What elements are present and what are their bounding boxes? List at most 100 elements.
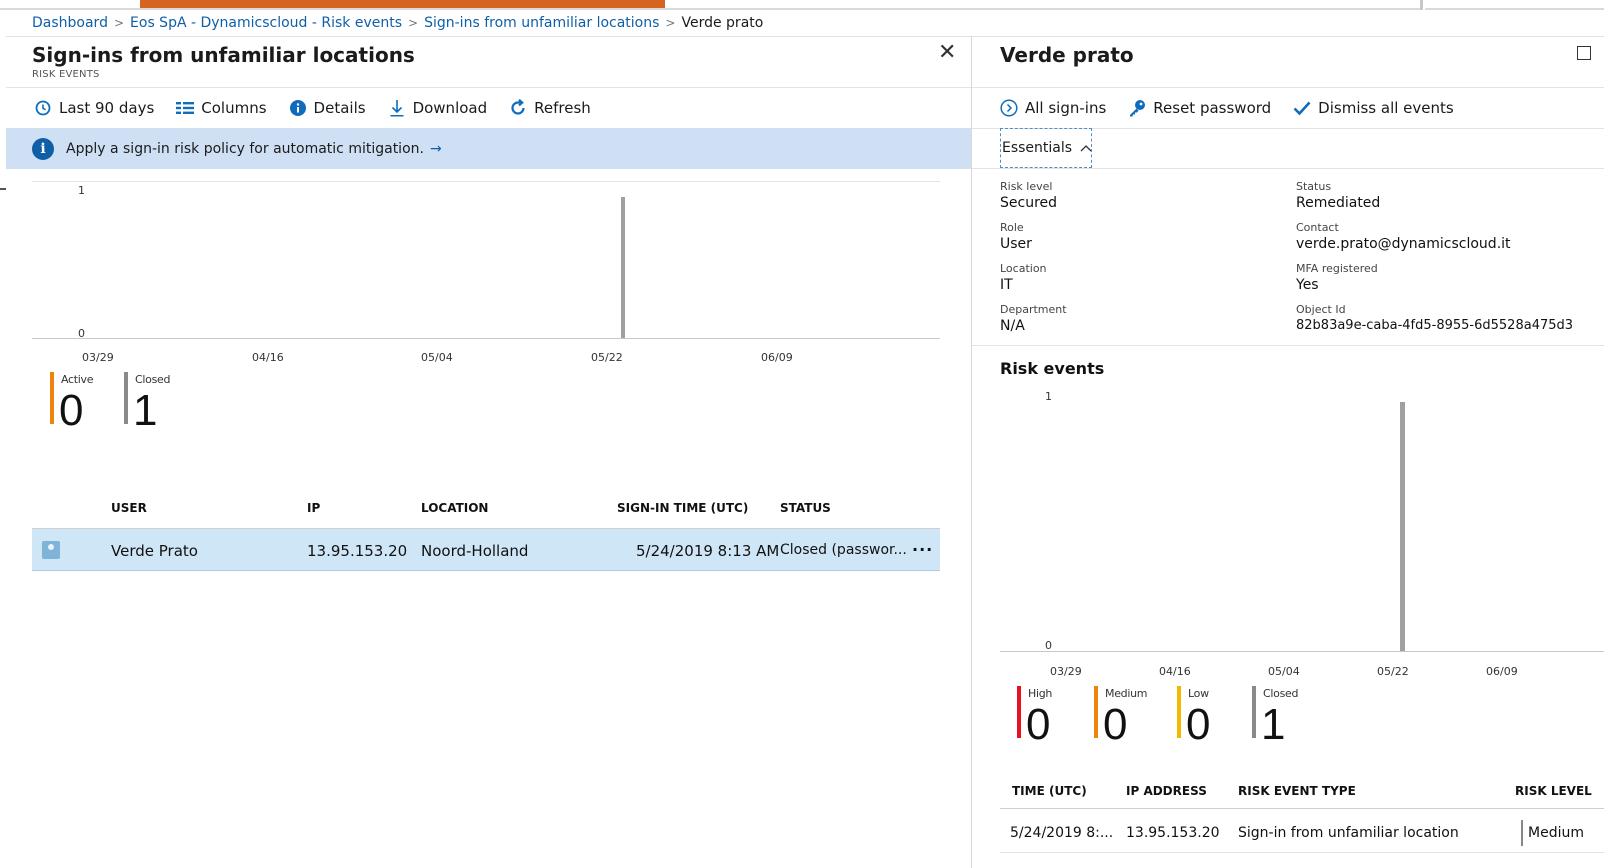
column-header-time[interactable]: TIME (UTC) bbox=[1012, 784, 1087, 798]
closed-tile-label: Closed bbox=[135, 373, 171, 386]
closed-tile-value[interactable]: 1 bbox=[133, 389, 157, 433]
cell-time: 5/24/2019 8:... bbox=[1010, 825, 1114, 841]
chart-top-gridline bbox=[32, 181, 940, 182]
maximize-icon[interactable] bbox=[1577, 46, 1591, 60]
chart-bar[interactable] bbox=[1400, 402, 1405, 651]
top-divider-right bbox=[1425, 8, 1604, 10]
closed-tile-bar bbox=[1252, 686, 1256, 738]
contact-label: Contact bbox=[1296, 221, 1339, 234]
medium-tile-label: Medium bbox=[1105, 687, 1148, 700]
y-axis-max-label: 1 bbox=[78, 184, 85, 197]
top-divider bbox=[0, 8, 1420, 10]
column-header-ip[interactable]: IP bbox=[307, 501, 320, 515]
refresh-button[interactable]: Refresh bbox=[509, 99, 591, 117]
breadcrumb-current: Verde prato bbox=[681, 15, 764, 31]
cell-status: Closed (passwor... bbox=[780, 542, 907, 558]
high-tile-label: High bbox=[1028, 687, 1053, 700]
active-tile-value[interactable]: 0 bbox=[59, 389, 83, 433]
all-signins-button[interactable]: All sign-ins bbox=[1000, 99, 1106, 117]
medium-tile-bar bbox=[1094, 686, 1098, 738]
location-label: Location bbox=[1000, 262, 1047, 275]
status-value: Remediated bbox=[1296, 195, 1381, 211]
columns-label: Columns bbox=[201, 99, 267, 117]
column-header-location[interactable]: LOCATION bbox=[421, 501, 488, 515]
low-tile-bar bbox=[1177, 686, 1181, 738]
reset-password-button[interactable]: Reset password bbox=[1128, 99, 1271, 117]
arrow-circle-icon bbox=[1000, 99, 1018, 117]
download-button[interactable]: Download bbox=[388, 99, 487, 117]
cell-ip: 13.95.153.20 bbox=[307, 542, 408, 560]
low-tile-value[interactable]: 0 bbox=[1186, 703, 1210, 747]
key-icon bbox=[1128, 99, 1146, 117]
left-command-bar: Last 90 days Columns Details Download Re… bbox=[34, 97, 613, 119]
user-avatar-icon bbox=[42, 541, 60, 559]
close-icon[interactable]: ✕ bbox=[938, 40, 956, 65]
location-value: IT bbox=[1000, 277, 1013, 293]
chart-bar[interactable] bbox=[621, 197, 625, 338]
left-blade-subtitle: RISK EVENTS bbox=[32, 69, 100, 80]
x-tick-label: 05/22 bbox=[591, 351, 623, 364]
essentials-label: Essentials bbox=[1002, 140, 1073, 156]
right-command-bar: All sign-ins Reset password Dismiss all … bbox=[1000, 97, 1476, 119]
essentials-toggle[interactable]: Essentials bbox=[1000, 128, 1092, 168]
column-header-ip-address[interactable]: IP ADDRESS bbox=[1126, 784, 1207, 798]
breadcrumb-signins-unfamiliar[interactable]: Sign-ins from unfamiliar locations bbox=[424, 15, 659, 31]
x-axis-line bbox=[32, 338, 940, 339]
more-options-icon[interactable]: ... bbox=[912, 536, 933, 555]
risk-level-label: Risk level bbox=[1000, 180, 1053, 193]
high-tile-bar bbox=[1017, 686, 1021, 738]
risk-events-title: Risk events bbox=[1000, 359, 1105, 378]
breadcrumb: Dashboard > Eos SpA - Dynamicscloud - Ri… bbox=[32, 13, 763, 33]
department-value: N/A bbox=[1000, 318, 1025, 334]
department-label: Department bbox=[1000, 303, 1067, 316]
cell-location: Noord-Holland bbox=[421, 542, 529, 560]
chevron-right-icon: > bbox=[665, 16, 676, 30]
refresh-icon bbox=[509, 99, 527, 117]
divider bbox=[6, 87, 971, 88]
closed-tile-value[interactable]: 1 bbox=[1261, 703, 1285, 747]
clock-icon bbox=[34, 100, 52, 116]
cell-user: Verde Prato bbox=[111, 542, 198, 560]
cell-signin-time: 5/24/2019 8:13 AM bbox=[636, 542, 780, 560]
risk-level-indicator bbox=[1521, 820, 1523, 846]
x-axis-line bbox=[1000, 651, 1604, 652]
dismiss-all-events-button[interactable]: Dismiss all events bbox=[1293, 99, 1454, 117]
arrow-right-icon: → bbox=[429, 140, 442, 157]
x-tick-label: 05/04 bbox=[421, 351, 453, 364]
cell-risk-event-type: Sign-in from unfamiliar location bbox=[1238, 825, 1459, 841]
chevron-right-icon: > bbox=[113, 16, 125, 30]
high-tile-value[interactable]: 0 bbox=[1026, 703, 1050, 747]
breadcrumb-dashboard[interactable]: Dashboard bbox=[32, 15, 108, 31]
divider bbox=[972, 345, 1604, 346]
column-header-user[interactable]: USER bbox=[111, 501, 147, 515]
role-value: User bbox=[1000, 236, 1032, 252]
divider bbox=[972, 168, 1604, 169]
right-blade-title: Verde prato bbox=[1000, 43, 1134, 67]
divider bbox=[972, 87, 1604, 88]
last-90-days-button[interactable]: Last 90 days bbox=[34, 99, 154, 117]
x-tick-label: 04/16 bbox=[1159, 665, 1191, 678]
active-tile-label: Active bbox=[61, 373, 94, 386]
y-axis-max-label: 1 bbox=[1045, 390, 1052, 403]
cell-risk-level: Medium bbox=[1528, 825, 1584, 841]
x-tick-label: 06/09 bbox=[761, 351, 793, 364]
risk-level-value: Secured bbox=[1000, 195, 1058, 211]
column-header-status[interactable]: STATUS bbox=[780, 501, 831, 515]
column-header-signin-time[interactable]: SIGN-IN TIME (UTC) bbox=[617, 501, 748, 515]
status-label: Status bbox=[1296, 180, 1332, 193]
top-scroll-tick bbox=[1420, 0, 1423, 10]
all-signins-label: All sign-ins bbox=[1025, 99, 1107, 117]
breadcrumb-risk-events[interactable]: Eos SpA - Dynamicscloud - Risk events bbox=[130, 15, 402, 31]
column-header-risk-level[interactable]: RISK LEVEL bbox=[1515, 784, 1592, 798]
columns-button[interactable]: Columns bbox=[176, 99, 267, 117]
info-banner[interactable]: i Apply a sign-in risk policy for automa… bbox=[6, 128, 971, 169]
active-tile-bar bbox=[50, 372, 54, 424]
details-button[interactable]: Details bbox=[289, 99, 366, 117]
last-90-days-label: Last 90 days bbox=[59, 99, 155, 117]
column-header-risk-event-type[interactable]: RISK EVENT TYPE bbox=[1238, 784, 1356, 798]
checkmark-icon bbox=[1293, 100, 1311, 116]
medium-tile-value[interactable]: 0 bbox=[1103, 703, 1127, 747]
x-tick-label: 05/04 bbox=[1268, 665, 1300, 678]
x-tick-label: 05/22 bbox=[1377, 665, 1409, 678]
columns-icon bbox=[176, 101, 195, 115]
